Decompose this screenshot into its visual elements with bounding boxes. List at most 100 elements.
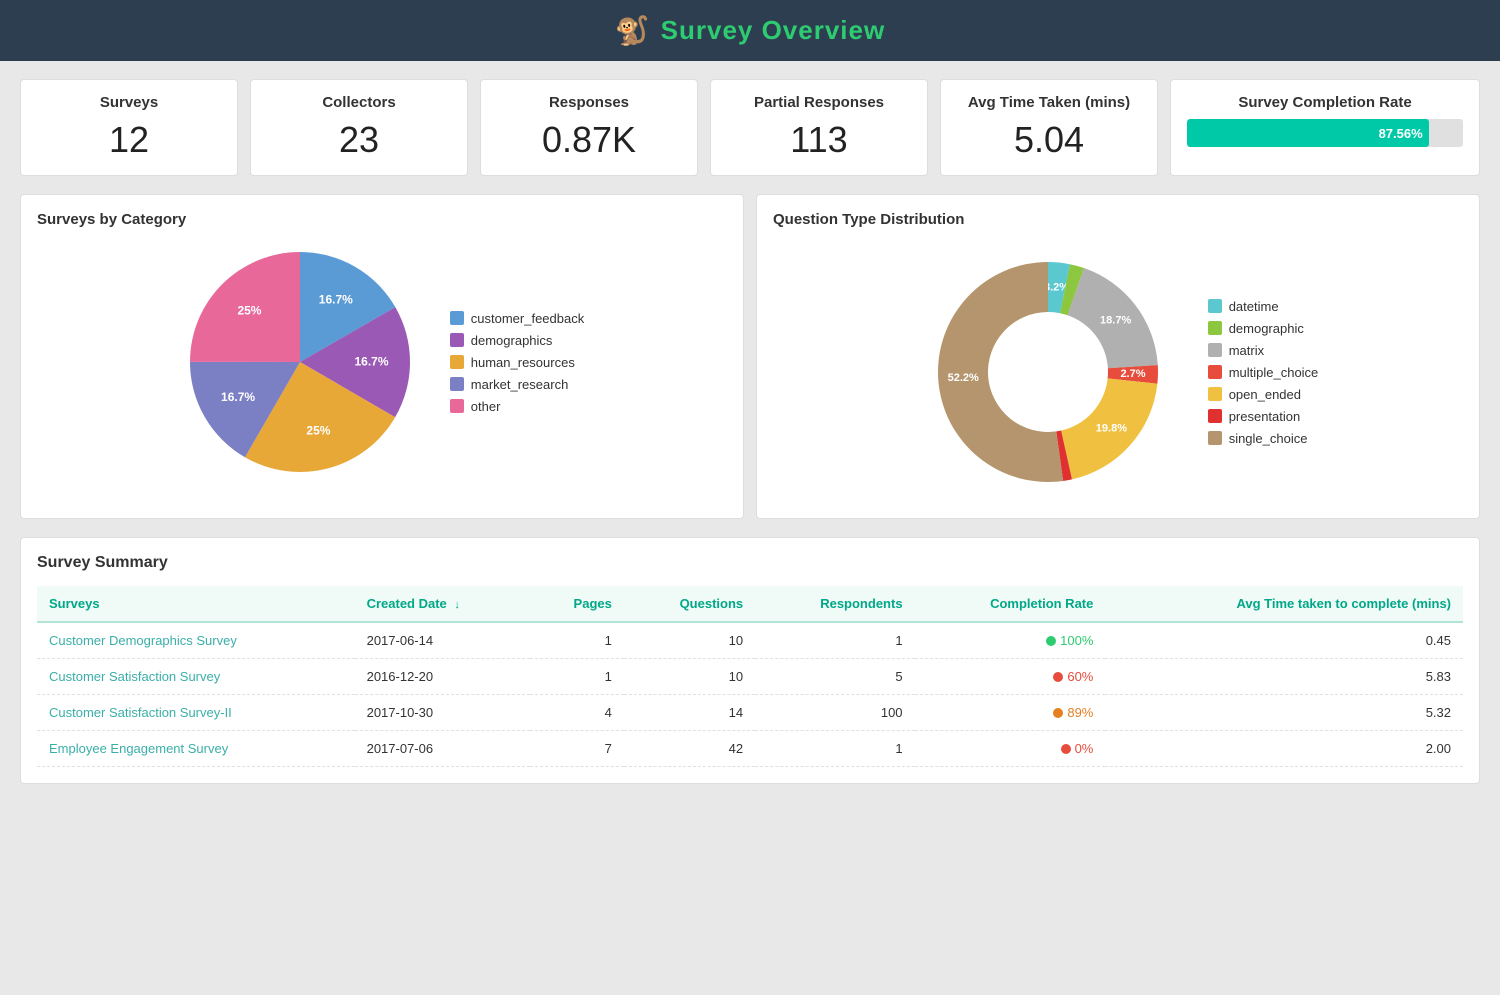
legend-presentation: presentation xyxy=(1208,409,1319,424)
donut-svg: 3.2%18.7%2.7%19.8%52.2% xyxy=(918,242,1178,502)
survey-questions: 10 xyxy=(624,622,755,659)
survey-pages: 7 xyxy=(530,731,623,767)
pie-svg-proper: 16.7%16.7%25%16.7%25% xyxy=(180,242,420,482)
survey-name[interactable]: Customer Demographics Survey xyxy=(37,622,355,659)
survey-table: Surveys Created Date ↓ Pages Questions R… xyxy=(37,586,1463,767)
survey-pages: 4 xyxy=(530,695,623,731)
survey-name[interactable]: Employee Engagement Survey xyxy=(37,731,355,767)
survey-respondents: 1 xyxy=(755,622,914,659)
survey-pages: 1 xyxy=(530,622,623,659)
svg-text:16.7%: 16.7% xyxy=(221,390,255,404)
survey-completion: 100% xyxy=(915,622,1106,659)
kpi-collectors: Collectors 23 xyxy=(250,79,468,176)
legend-box-market-research xyxy=(450,377,464,391)
pie-chart: 16.7%16.7%25%16.7%25% xyxy=(180,242,420,482)
legend-label-human-resources: human_resources xyxy=(471,355,575,370)
svg-text:16.7%: 16.7% xyxy=(319,292,353,306)
survey-avg-time: 2.00 xyxy=(1105,731,1463,767)
question-type-card: Question Type Distribution 3.2%18.7%2.7%… xyxy=(756,194,1480,519)
survey-avg-time: 5.32 xyxy=(1105,695,1463,731)
survey-respondents: 1 xyxy=(755,731,914,767)
survey-summary-title: Survey Summary xyxy=(37,554,1463,572)
col-respondents: Respondents xyxy=(755,586,914,622)
survey-respondents: 100 xyxy=(755,695,914,731)
legend-box-multiple-choice xyxy=(1208,365,1222,379)
kpi-avgtime-label: Avg Time Taken (mins) xyxy=(957,94,1141,111)
survey-summary-card: Survey Summary Surveys Created Date ↓ Pa… xyxy=(20,537,1480,784)
survey-questions: 14 xyxy=(624,695,755,731)
svg-text:25%: 25% xyxy=(237,304,261,318)
svg-text:25%: 25% xyxy=(306,423,330,437)
legend-datetime: datetime xyxy=(1208,299,1319,314)
kpi-partial: Partial Responses 113 xyxy=(710,79,928,176)
completion-bar-text: 87.56% xyxy=(1379,126,1423,141)
survey-avg-time: 5.83 xyxy=(1105,659,1463,695)
survey-name[interactable]: Customer Satisfaction Survey-II xyxy=(37,695,355,731)
donut-chart: 3.2%18.7%2.7%19.8%52.2% xyxy=(918,242,1178,502)
legend-box-matrix xyxy=(1208,343,1222,357)
pie-legend: customer_feedback demographics human_res… xyxy=(450,311,584,414)
col-avg-time: Avg Time taken to complete (mins) xyxy=(1105,586,1463,622)
completion-pct: 100% xyxy=(1060,633,1093,648)
completion-pct: 60% xyxy=(1067,669,1093,684)
kpi-partial-value: 113 xyxy=(727,119,911,161)
charts-row: Surveys by Category 16.7%16.7%25%16.7%25… xyxy=(20,194,1480,519)
legend-label-open-ended: open_ended xyxy=(1229,387,1301,402)
surveys-by-category-title: Surveys by Category xyxy=(37,211,727,228)
svg-text:18.7%: 18.7% xyxy=(1100,314,1131,326)
col-created-date[interactable]: Created Date ↓ xyxy=(355,586,531,622)
survey-pages: 1 xyxy=(530,659,623,695)
survey-questions: 10 xyxy=(624,659,755,695)
survey-date: 2017-10-30 xyxy=(355,695,531,731)
legend-single-choice: single_choice xyxy=(1208,431,1319,446)
kpi-surveys: Surveys 12 xyxy=(20,79,238,176)
kpi-row: Surveys 12 Collectors 23 Responses 0.87K… xyxy=(20,79,1480,176)
donut-legend: datetime demographic matrix multiple_cho… xyxy=(1208,299,1319,446)
pie-chart-inner: 16.7%16.7%25%16.7%25% customer_feedback … xyxy=(37,242,727,482)
legend-customer-feedback: customer_feedback xyxy=(450,311,584,326)
completion-dot xyxy=(1061,744,1071,754)
col-questions: Questions xyxy=(624,586,755,622)
main-content: Surveys 12 Collectors 23 Responses 0.87K… xyxy=(0,61,1500,802)
legend-market-research: market_research xyxy=(450,377,584,392)
kpi-responses-label: Responses xyxy=(497,94,681,111)
legend-label-multiple-choice: multiple_choice xyxy=(1229,365,1319,380)
kpi-responses-value: 0.87K xyxy=(497,119,681,161)
col-completion-rate: Completion Rate xyxy=(915,586,1106,622)
survey-date: 2017-07-06 xyxy=(355,731,531,767)
survey-completion: 60% xyxy=(915,659,1106,695)
survey-completion: 0% xyxy=(915,731,1106,767)
completion-dot xyxy=(1053,708,1063,718)
legend-box-presentation xyxy=(1208,409,1222,423)
kpi-completion: Survey Completion Rate 87.56% xyxy=(1170,79,1480,176)
legend-box-human-resources xyxy=(450,355,464,369)
legend-box-single-choice xyxy=(1208,431,1222,445)
survey-name[interactable]: Customer Satisfaction Survey xyxy=(37,659,355,695)
kpi-collectors-label: Collectors xyxy=(267,94,451,111)
legend-multiple-choice: multiple_choice xyxy=(1208,365,1319,380)
survey-date: 2016-12-20 xyxy=(355,659,531,695)
survey-questions: 42 xyxy=(624,731,755,767)
legend-human-resources: human_resources xyxy=(450,355,584,370)
legend-open-ended: open_ended xyxy=(1208,387,1319,402)
legend-label-datetime: datetime xyxy=(1229,299,1279,314)
survey-respondents: 5 xyxy=(755,659,914,695)
app-icon: 🐒 xyxy=(615,14,651,47)
legend-label-other: other xyxy=(471,399,501,414)
kpi-completion-label: Survey Completion Rate xyxy=(1187,94,1463,111)
legend-label-presentation: presentation xyxy=(1229,409,1301,424)
col-pages: Pages xyxy=(530,586,623,622)
svg-text:52.2%: 52.2% xyxy=(947,372,978,384)
completion-dot xyxy=(1053,672,1063,682)
question-type-title: Question Type Distribution xyxy=(773,211,1463,228)
legend-box-datetime xyxy=(1208,299,1222,313)
legend-box-demographics xyxy=(450,333,464,347)
table-row: Customer Demographics Survey 2017-06-14 … xyxy=(37,622,1463,659)
kpi-surveys-label: Surveys xyxy=(37,94,221,111)
table-row: Customer Satisfaction Survey 2016-12-20 … xyxy=(37,659,1463,695)
completion-pct: 89% xyxy=(1067,705,1093,720)
kpi-responses: Responses 0.87K xyxy=(480,79,698,176)
legend-box-customer-feedback xyxy=(450,311,464,325)
donut-chart-inner: 3.2%18.7%2.7%19.8%52.2% datetime demogra… xyxy=(773,242,1463,502)
survey-table-body: Customer Demographics Survey 2017-06-14 … xyxy=(37,622,1463,767)
